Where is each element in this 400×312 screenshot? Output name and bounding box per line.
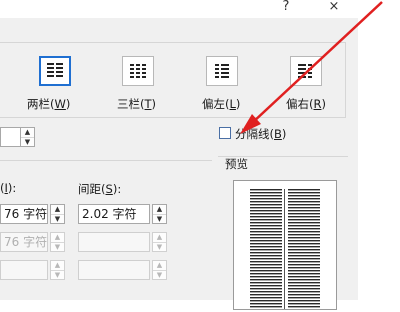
preview-text-line bbox=[288, 303, 320, 305]
preview-text-line bbox=[250, 306, 282, 308]
preview-text-line bbox=[250, 303, 282, 305]
preview-text-line bbox=[288, 306, 320, 308]
preview-text-line bbox=[288, 300, 320, 302]
preview-text-line bbox=[250, 300, 282, 302]
annotation-arrow bbox=[240, 1, 383, 134]
